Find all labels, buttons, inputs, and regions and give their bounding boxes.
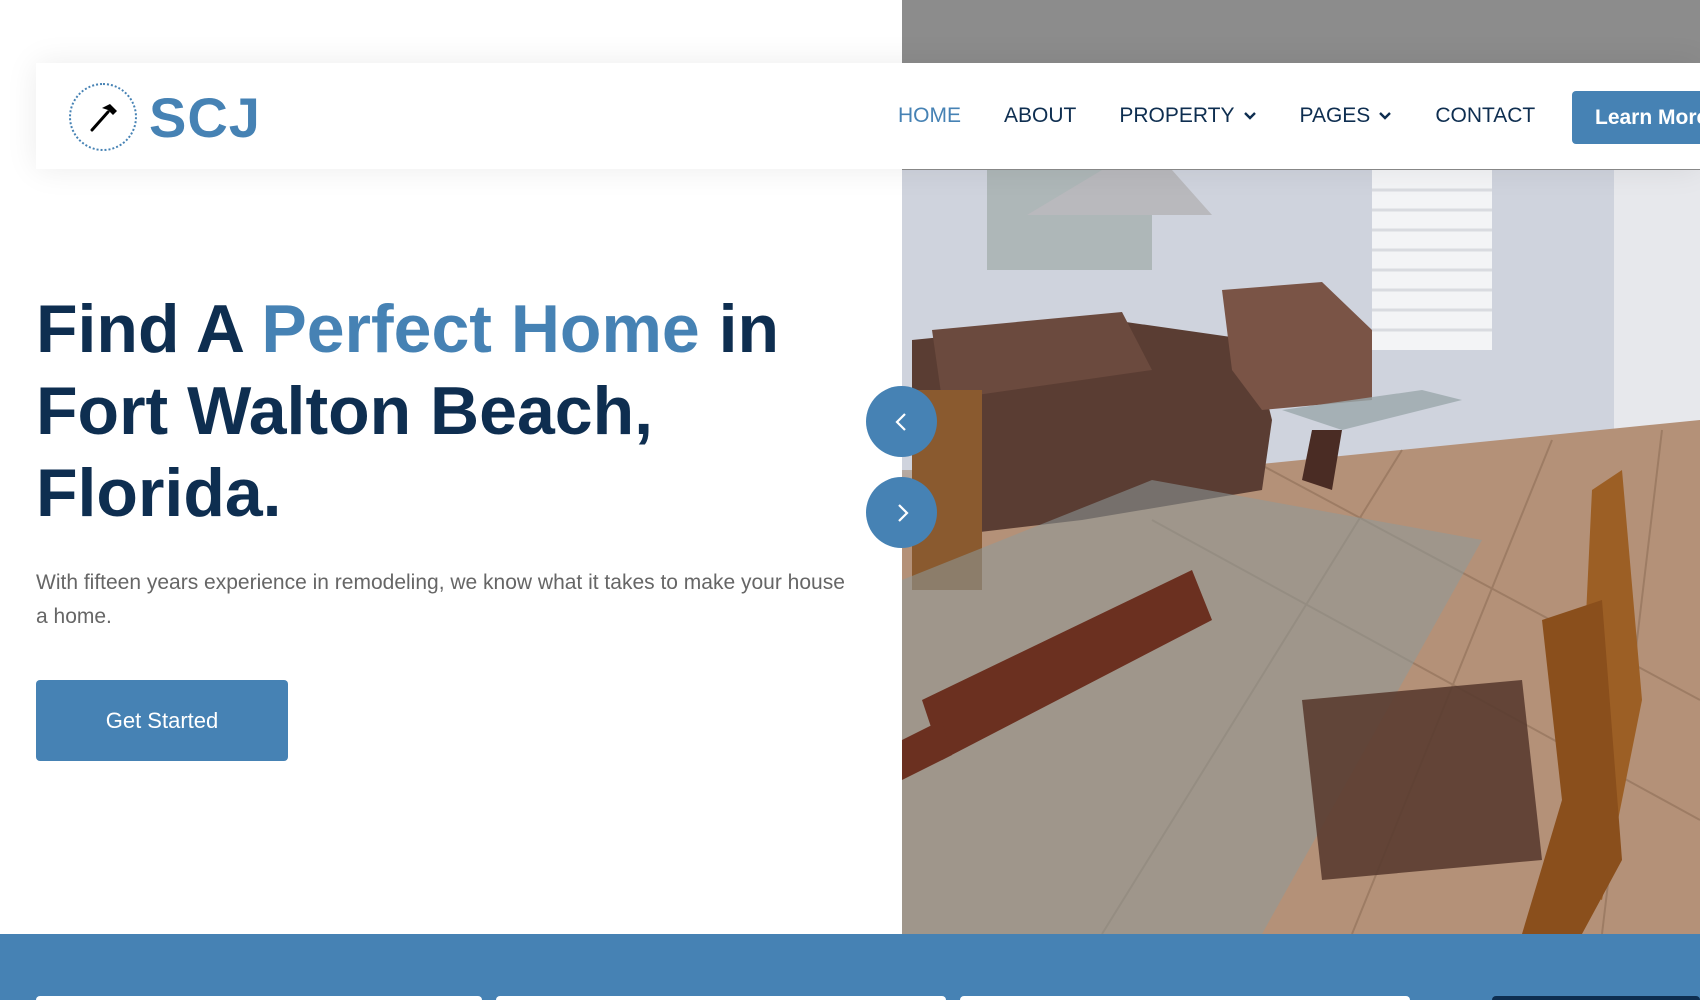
get-started-button[interactable]: Get Started [36,680,288,761]
search-field-location[interactable] [960,996,1410,1000]
nav-item-label: PAGES [1299,104,1371,127]
brand-name: SCJ [149,85,261,149]
nav-item-pages[interactable]: PAGES [1300,104,1393,128]
nav-item-label: PROPERTY [1119,104,1235,127]
carousel-prev-button[interactable] [866,386,937,457]
chevron-down-icon [1243,112,1256,120]
nav-menu: HOME ABOUT PROPERTY PAGES CONTACT [898,63,1578,169]
search-field-type[interactable] [496,996,946,1000]
chevron-right-icon [897,503,909,522]
nav-item-property[interactable]: PROPERTY [1119,104,1256,128]
chevron-left-icon [894,412,906,431]
hero-title-accent: Perfect Home [261,291,700,367]
search-button[interactable] [1492,996,1700,1000]
learn-more-button[interactable]: Learn More [1572,91,1700,144]
nav-item-contact[interactable]: CONTACT [1435,104,1535,128]
brand-logo[interactable]: SCJ [69,83,261,151]
search-field-keyword[interactable] [36,996,482,1000]
nav-item-label: CONTACT [1435,104,1536,127]
nav-item-label: HOME [898,104,961,127]
nav-item-about[interactable]: ABOUT [1004,104,1076,128]
hero-title: Find A Perfect Home in Fort Walton Beach… [36,288,856,534]
hammer-icon [69,83,137,151]
nav-item-home[interactable]: HOME [898,104,961,128]
search-band [0,934,1700,1000]
nav-item-label: ABOUT [1004,104,1077,127]
hero-subtitle: With fifteen years experience in remodel… [36,571,845,628]
navbar: SCJ HOME ABOUT PROPERTY PAGES CONTACT Le… [36,63,1700,169]
hero-title-part1: Find A [36,291,262,367]
carousel-next-button[interactable] [866,477,937,548]
chevron-down-icon [1379,112,1392,120]
